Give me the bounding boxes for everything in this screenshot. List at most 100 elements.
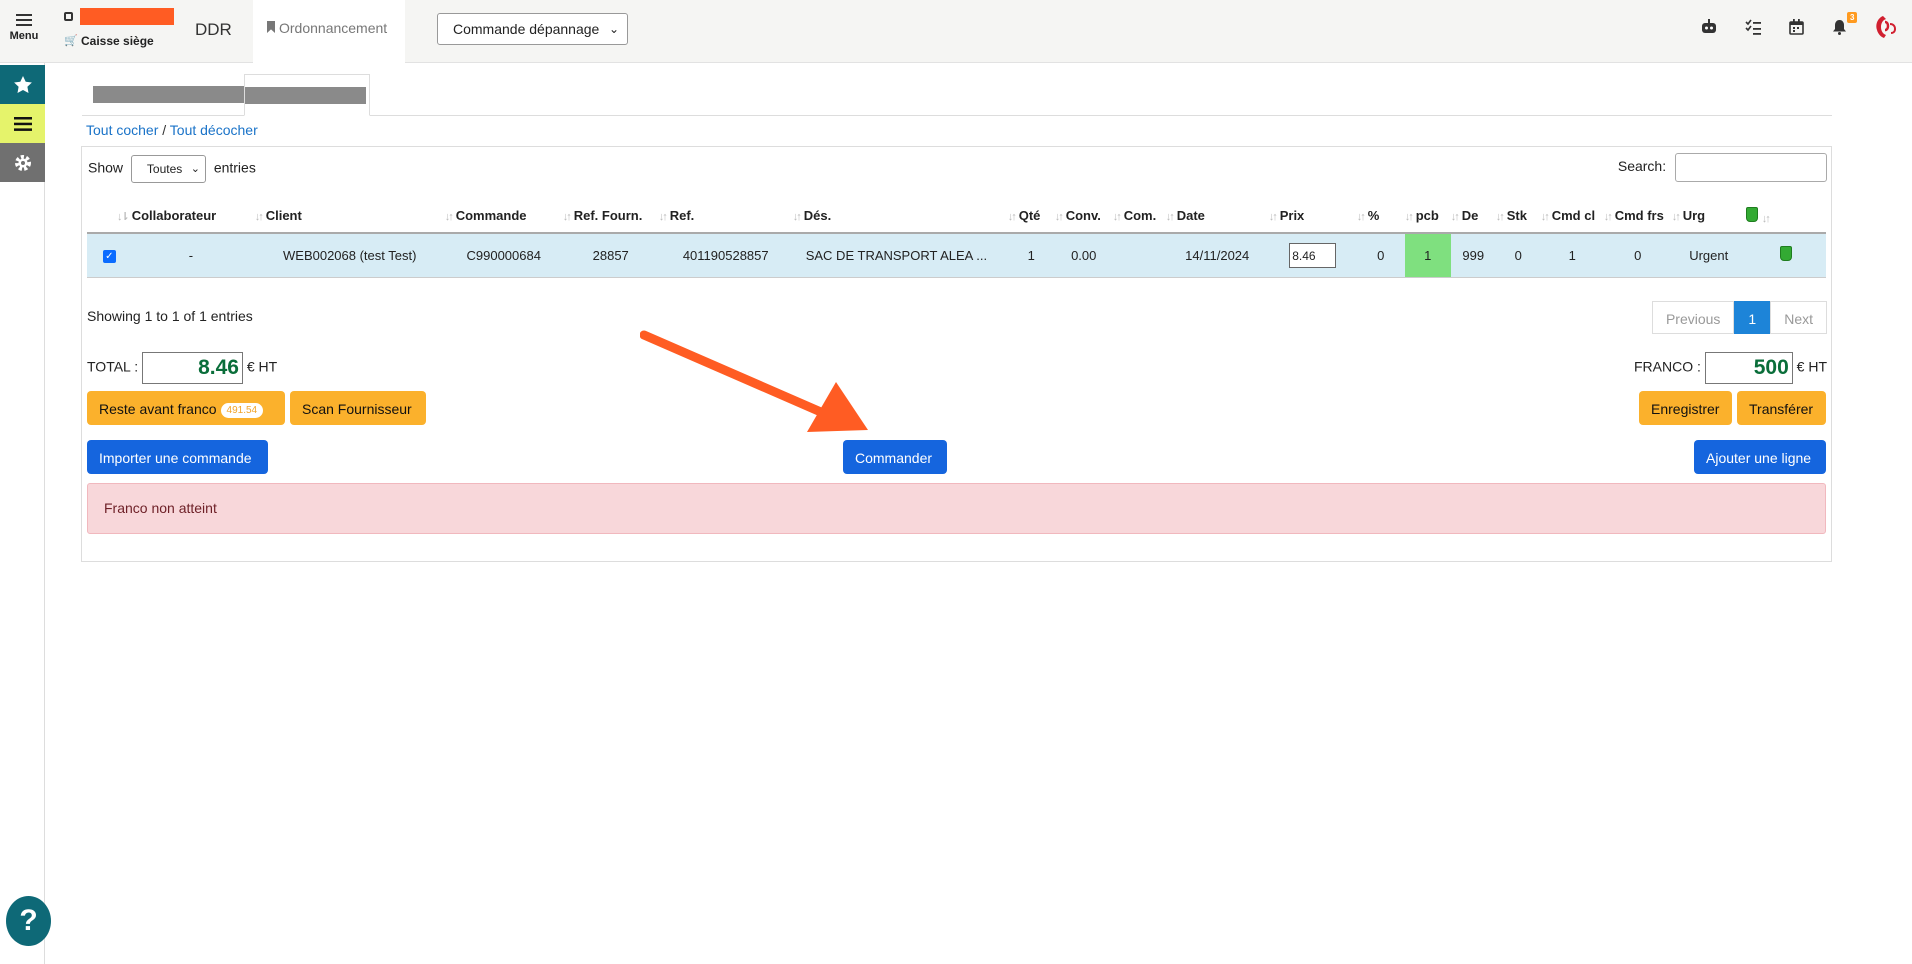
search-area: Search: (1618, 153, 1827, 182)
chevron-down-icon: ⌄ (608, 22, 619, 36)
store-name-redacted (80, 8, 174, 25)
col-prix[interactable]: ↓↑ Prix (1268, 191, 1357, 234)
cell-cmd-frs: 0 (1603, 233, 1672, 278)
cell-client: WEB002068 (test Test) (254, 233, 445, 278)
cart-icon: 🛒 (64, 35, 78, 47)
import-order-button[interactable]: Importer une commande (87, 440, 268, 474)
order-type-select[interactable]: Commande dépannage ⌄ (437, 13, 628, 45)
col-pcb[interactable]: ↓↑ pcb (1404, 191, 1451, 234)
col-delete[interactable]: ↓↑ (1745, 191, 1826, 234)
col-date[interactable]: ↓↑ Date (1165, 191, 1269, 234)
menu-button[interactable]: Menu (0, 10, 48, 42)
col-stk[interactable]: ↓↑ Stk (1495, 191, 1541, 234)
cell-pcb: 1 (1404, 233, 1451, 278)
transfer-button[interactable]: Transférer (1737, 391, 1826, 425)
show-entries: Show Toutes ⌄ entries (88, 155, 256, 183)
col-ref-fourn[interactable]: ↓↑ Ref. Fourn. (562, 191, 659, 234)
col-conv[interactable]: ↓↑ Conv. (1054, 191, 1113, 234)
link-separator: / (162, 122, 167, 138)
supplier-tab-redacted[interactable] (93, 86, 247, 103)
supplier-tab-active[interactable] (244, 74, 370, 116)
menu-label: Menu (9, 30, 39, 42)
favorites-button[interactable] (0, 65, 45, 104)
franco-value: 500 (1704, 352, 1793, 384)
col-client[interactable]: ↓↑ Client (254, 191, 445, 234)
total-area: TOTAL : 8.46 € HT (87, 352, 277, 384)
col-ref[interactable]: ↓↑ Ref. (658, 191, 793, 234)
col-collaborateur[interactable]: Collaborateur (131, 191, 255, 234)
search-input[interactable] (1675, 153, 1827, 182)
annotation-arrow-icon (640, 330, 868, 432)
list-icon (13, 116, 32, 131)
franco-currency: € HT (1796, 358, 1827, 375)
table-row[interactable]: ✓ - WEB002068 (test Test) C990000684 288… (87, 233, 1826, 278)
reste-avant-franco-button[interactable]: Reste avant franco 491.54 (87, 391, 285, 425)
next-button[interactable]: Next (1770, 301, 1827, 334)
bell-icon[interactable] (1832, 19, 1847, 35)
help-button[interactable]: ? (6, 896, 51, 946)
col-select[interactable]: ↓⇂ (87, 191, 132, 234)
scan-fournisseur-button[interactable]: Scan Fournisseur (290, 391, 426, 425)
calendar-icon[interactable] (1789, 19, 1804, 35)
top-bar: Menu 🛒 Caisse siège DDR Ordonnancement C… (0, 0, 1912, 63)
hamburger-icon (16, 14, 32, 26)
cell-urg: Urgent (1671, 233, 1746, 278)
previous-button[interactable]: Previous (1651, 301, 1735, 334)
col-com[interactable]: ↓↑ Com. (1112, 191, 1166, 234)
checklist-icon[interactable] (1745, 19, 1761, 35)
check-all-link[interactable]: Tout cocher (86, 122, 158, 138)
cell-pct: 0 (1356, 233, 1405, 278)
uncheck-all-link[interactable]: Tout décocher (170, 122, 258, 138)
settings-button[interactable] (0, 143, 45, 182)
tab-ordonnancement-label: Ordonnancement (279, 20, 388, 36)
col-cmd-frs[interactable]: ↓↑ Cmd frs (1603, 191, 1672, 234)
col-urg[interactable]: ↓↑ Urg (1671, 191, 1746, 234)
search-label: Search: (1617, 158, 1667, 175)
list-button[interactable] (0, 104, 45, 143)
col-qte[interactable]: ↓↑ Qté (1007, 191, 1055, 234)
cell-commande: C990000684 (444, 233, 563, 278)
cell-delete[interactable] (1745, 233, 1826, 278)
col-des[interactable]: ↓↑ Dés. (792, 191, 1008, 234)
cell-prix: 8.46 (1268, 233, 1357, 278)
total-label: TOTAL : (87, 358, 139, 375)
cell-com (1112, 233, 1166, 278)
showing-info: Showing 1 to 1 of 1 entries (87, 308, 253, 324)
col-de[interactable]: ↓↑ De (1450, 191, 1496, 234)
row-checkbox[interactable]: ✓ (87, 233, 132, 278)
checkmark-icon: ✓ (102, 250, 116, 264)
check-links: Tout cocher / Tout décocher (86, 122, 258, 138)
col-pct[interactable]: ↓↑% (1356, 191, 1405, 234)
franco-area: FRANCO : 500 € HT (1634, 352, 1827, 384)
col-cmd-cl[interactable]: ↓↑ Cmd cl (1540, 191, 1604, 234)
col-commande[interactable]: ↓↑ Commande (444, 191, 563, 234)
trash-icon[interactable] (1779, 246, 1792, 262)
cell-ref: 401190528857 (658, 233, 793, 278)
cell-de: 999 (1450, 233, 1496, 278)
page-1-button[interactable]: 1 (1734, 301, 1771, 334)
cell-conv: 0.00 (1054, 233, 1113, 278)
order-lines-table: ↓⇂ Collaborateur ↓↑ Client ↓↑ Commande ↓↑ R… (87, 191, 1826, 278)
price-input[interactable]: 8.46 (1289, 242, 1337, 268)
entries-select[interactable]: Toutes ⌄ (130, 155, 206, 183)
entries-label: entries (213, 159, 256, 176)
robot-icon[interactable] (1700, 19, 1718, 35)
brand-logo[interactable] (1873, 14, 1901, 40)
cell-qte: 1 (1007, 233, 1055, 278)
save-button[interactable]: Enregistrer (1639, 391, 1732, 425)
tab-ordonnancement[interactable]: Ordonnancement (253, 0, 405, 63)
question-icon: ? (19, 904, 38, 937)
cell-date: 14/11/2024 (1165, 233, 1269, 278)
pagination: Previous 1 Next (1651, 301, 1827, 334)
show-label: Show (88, 159, 124, 176)
register-icon (64, 12, 73, 21)
store-label: Caisse siège (81, 34, 154, 48)
site-code[interactable]: DDR (195, 20, 232, 40)
entries-value: Toutes (146, 162, 183, 176)
cell-cmd-cl: 1 (1540, 233, 1604, 278)
chevron-down-icon: ⌄ (190, 163, 200, 175)
supplier-tab-active-redacted (245, 87, 366, 104)
add-line-button[interactable]: Ajouter une ligne (1694, 440, 1826, 474)
table-header-row: ↓⇂ Collaborateur ↓↑ Client ↓↑ Commande ↓↑ R… (87, 191, 1826, 234)
commander-button[interactable]: Commander (843, 440, 947, 474)
